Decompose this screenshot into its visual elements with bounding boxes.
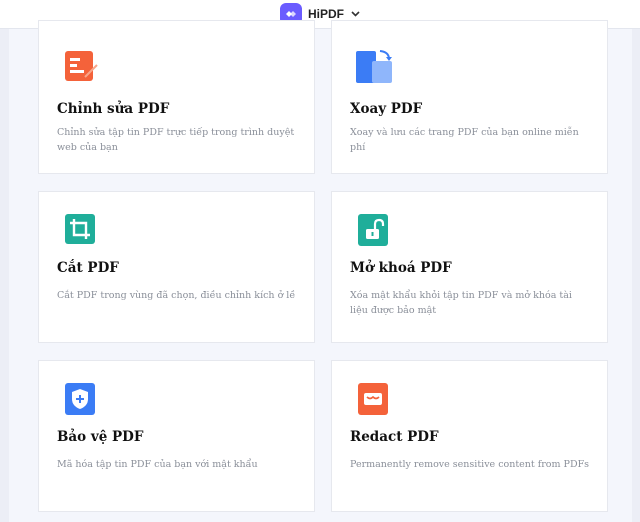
tool-description: Chỉnh sửa tập tin PDF trực tiếp trong tr… <box>57 127 295 153</box>
tool-card-rotate-pdf[interactable]: Xoay PDF Xoay và lưu các trang PDF của b… <box>331 20 608 174</box>
protect-pdf-icon <box>63 381 97 415</box>
tool-title: Cắt PDF <box>57 260 119 276</box>
tool-description: Xóa mật khẩu khỏi tập tin PDF và mở khóa… <box>350 290 572 316</box>
rotate-pdf-icon <box>356 49 392 83</box>
tool-title: Bảo vệ PDF <box>57 429 144 445</box>
tool-title: Mở khoá PDF <box>350 260 452 276</box>
right-gutter <box>632 29 640 522</box>
tool-description: Mã hóa tập tin PDF của bạn với mật khẩu <box>57 459 258 470</box>
tool-title: Chỉnh sửa PDF <box>57 101 170 117</box>
brand-name: HiPDF <box>308 7 344 21</box>
tool-title: Xoay PDF <box>350 101 423 117</box>
chevron-down-icon[interactable] <box>350 9 360 19</box>
tool-title: Redact PDF <box>350 429 439 445</box>
tool-description: Permanently remove sensitive content fro… <box>350 459 590 470</box>
tool-description: Cắt PDF trong vùng đã chọn, điều chỉnh k… <box>57 290 296 301</box>
tool-description: Xoay và lưu các trang PDF của bạn online… <box>350 127 579 153</box>
crop-pdf-icon <box>63 212 97 246</box>
tool-card-edit-pdf[interactable]: Chỉnh sửa PDF Chỉnh sửa tập tin PDF trực… <box>38 20 315 174</box>
tool-card-redact-pdf[interactable]: Redact PDF Permanently remove sensitive … <box>331 360 608 512</box>
tool-card-protect-pdf[interactable]: Bảo vệ PDF Mã hóa tập tin PDF của bạn vớ… <box>38 360 315 512</box>
tool-card-crop-pdf[interactable]: Cắt PDF Cắt PDF trong vùng đã chọn, điều… <box>38 191 315 343</box>
left-gutter <box>0 29 9 522</box>
redact-pdf-icon <box>356 381 390 415</box>
edit-pdf-icon <box>63 49 98 83</box>
tool-card-unlock-pdf[interactable]: Mở khoá PDF Xóa mật khẩu khỏi tập tin PD… <box>331 191 608 343</box>
unlock-pdf-icon <box>356 212 390 246</box>
